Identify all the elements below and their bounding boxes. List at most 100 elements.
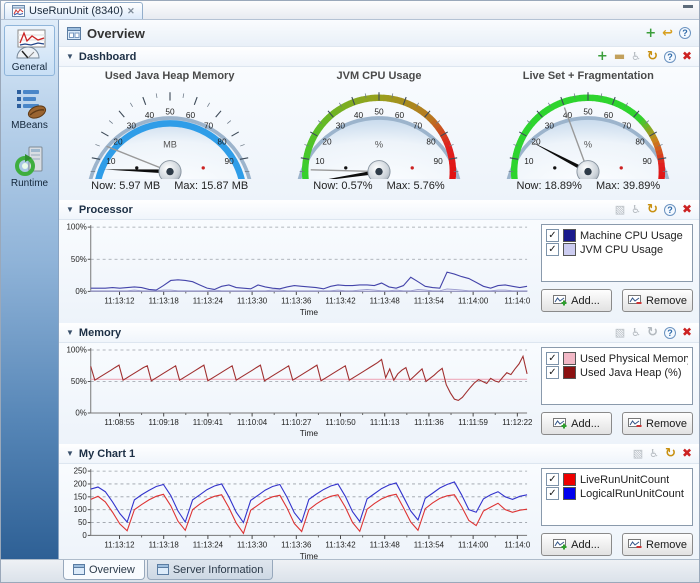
processor-panel: ✓ Machine CPU Usage ✓ JVM CPU Usage <box>541 222 693 321</box>
reset-icon[interactable]: ↩ <box>662 28 673 39</box>
svg-text:11:14:00: 11:14:00 <box>458 541 489 550</box>
help-icon[interactable]: ? <box>664 204 676 216</box>
checkbox[interactable]: ✓ <box>546 243 559 256</box>
svg-text:100%: 100% <box>67 345 87 354</box>
gauge-block-heap: Used Java Heap Memory 010203040506070809… <box>65 69 274 192</box>
add-chart-icon[interactable]: + <box>645 28 656 39</box>
add-attribute-button[interactable]: Add... <box>541 412 612 435</box>
my-chart-1-chart: 05010015020025011:13:1211:13:1811:13:241… <box>61 466 535 565</box>
svg-text:50: 50 <box>584 106 594 116</box>
svg-text:11:11:36: 11:11:36 <box>414 418 444 427</box>
help-icon[interactable]: ? <box>664 51 676 63</box>
server-info-tab-icon <box>157 564 169 575</box>
svg-text:11:10:04: 11:10:04 <box>237 418 268 427</box>
svg-text:80: 80 <box>426 136 436 146</box>
series-label: Machine CPU Usage <box>580 230 683 242</box>
svg-text:50: 50 <box>165 106 175 116</box>
series-swatch <box>563 473 576 486</box>
sidebar: General MBeans <box>1 20 59 559</box>
editor-tab-userununit[interactable]: UseRunUnit (8340) ✕ <box>4 2 143 19</box>
chart-locked-icon: ▧ <box>615 204 625 215</box>
legend-item: ✓ Machine CPU Usage <box>546 229 688 242</box>
refresh-icon[interactable]: ↻ <box>665 448 676 459</box>
svg-text:%: % <box>584 140 592 150</box>
svg-text:11:12:22: 11:12:22 <box>502 418 533 427</box>
checkbox[interactable]: ✓ <box>546 473 559 486</box>
accessibility-icon: ♿ <box>649 448 659 459</box>
legend-item: ✓ Used Java Heap (%) <box>546 366 688 379</box>
svg-text:Time: Time <box>300 307 319 317</box>
chart-add-icon <box>553 539 567 551</box>
svg-text:10: 10 <box>315 156 325 166</box>
tab-server-information[interactable]: Server Information <box>147 560 273 580</box>
series-swatch <box>563 487 576 500</box>
svg-text:90: 90 <box>643 156 653 166</box>
checkbox[interactable]: ✓ <box>546 366 559 379</box>
sidebar-item-mbeans[interactable]: MBeans <box>4 83 55 134</box>
svg-text:90: 90 <box>224 156 234 166</box>
section-memory: ▼ Memory ▧ ♿ ↻ ? ✖ 0%50%100%11:08:5511:0… <box>59 323 699 444</box>
svg-text:100: 100 <box>640 177 654 179</box>
bottom-tab-bar: Overview Server Information <box>1 559 699 582</box>
gauge-jvm-cpu: 0102030405060708090100% <box>279 83 479 179</box>
section-my-chart-1: ▼ My Chart 1 ▧ ♿ ↻ ✖ 05010015020025011:1… <box>59 444 699 567</box>
svg-text:11:13:48: 11:13:48 <box>370 297 401 306</box>
my-chart-header: ▼ My Chart 1 ▧ ♿ ↻ ✖ <box>59 444 699 464</box>
chart-locked-icon: ▧ <box>615 327 625 338</box>
dashboard-header: ▼ Dashboard + ▬ ♿ ↻ ? ✖ <box>59 47 699 67</box>
refresh-icon[interactable]: ↻ <box>647 204 658 215</box>
refresh-icon[interactable]: ↻ <box>647 51 658 62</box>
tab-label: Overview <box>89 564 135 576</box>
collapse-arrow-icon[interactable]: ▼ <box>66 52 74 61</box>
svg-text:20: 20 <box>532 136 542 146</box>
legend-item: ✓ JVM CPU Usage <box>546 243 688 256</box>
svg-text:10: 10 <box>106 156 116 166</box>
minimize-icon[interactable] <box>683 5 693 8</box>
mbeans-icon <box>13 87 47 119</box>
gauge-max-value: Max: 15.87 MB <box>174 180 248 192</box>
close-section-icon[interactable]: ✖ <box>682 448 692 459</box>
checkbox[interactable]: ✓ <box>546 487 559 500</box>
close-section-icon[interactable]: ✖ <box>682 51 692 62</box>
remove-attribute-button[interactable]: Remove <box>622 289 693 312</box>
tab-close-icon[interactable]: ✕ <box>127 6 135 17</box>
chart-add-icon <box>553 295 567 307</box>
remove-button-label: Remove <box>646 539 687 551</box>
checkbox[interactable]: ✓ <box>546 229 559 242</box>
collapse-arrow-icon[interactable]: ▼ <box>66 205 74 214</box>
tab-overview[interactable]: Overview <box>63 560 145 580</box>
svg-text:11:10:27: 11:10:27 <box>281 418 312 427</box>
remove-gauge-icon[interactable]: ▬ <box>614 51 625 62</box>
refresh-icon[interactable]: ↻ <box>647 327 658 338</box>
add-gauge-icon[interactable]: + <box>597 51 608 62</box>
gauge-block-cpu: JVM CPU Usage 0102030405060708090100% No… <box>274 69 483 192</box>
sidebar-item-label: MBeans <box>11 120 48 131</box>
remove-attribute-button[interactable]: Remove <box>622 533 693 556</box>
help-icon[interactable]: ? <box>679 27 691 39</box>
svg-text:0: 0 <box>82 531 87 540</box>
sidebar-item-runtime[interactable]: Runtime <box>4 141 55 192</box>
remove-attribute-button[interactable]: Remove <box>622 412 693 435</box>
collapse-arrow-icon[interactable]: ▼ <box>66 449 74 458</box>
runtime-icon <box>13 145 47 177</box>
svg-text:11:13:12: 11:13:12 <box>104 541 135 550</box>
svg-text:11:13:48: 11:13:48 <box>370 541 401 550</box>
memory-panel: ✓ Used Physical Memory (%) ✓ Used Java H… <box>541 345 693 442</box>
sidebar-item-general[interactable]: General <box>4 25 55 76</box>
close-section-icon[interactable]: ✖ <box>682 327 692 338</box>
chart-remove-icon <box>628 295 642 307</box>
svg-text:11:08:55: 11:08:55 <box>104 418 135 427</box>
svg-text:11:14:0: 11:14:0 <box>504 541 530 550</box>
svg-text:11:13:24: 11:13:24 <box>193 541 224 550</box>
add-button-label: Add... <box>571 295 600 307</box>
collapse-arrow-icon[interactable]: ▼ <box>66 328 74 337</box>
legend-box: ✓ Machine CPU Usage ✓ JVM CPU Usage <box>541 224 693 282</box>
section-title: Memory <box>79 327 121 339</box>
checkbox[interactable]: ✓ <box>546 352 559 365</box>
help-icon[interactable]: ? <box>664 327 676 339</box>
add-attribute-button[interactable]: Add... <box>541 289 612 312</box>
close-section-icon[interactable]: ✖ <box>682 204 692 215</box>
section-title: Processor <box>79 204 133 216</box>
svg-text:60: 60 <box>395 110 405 120</box>
add-attribute-button[interactable]: Add... <box>541 533 612 556</box>
